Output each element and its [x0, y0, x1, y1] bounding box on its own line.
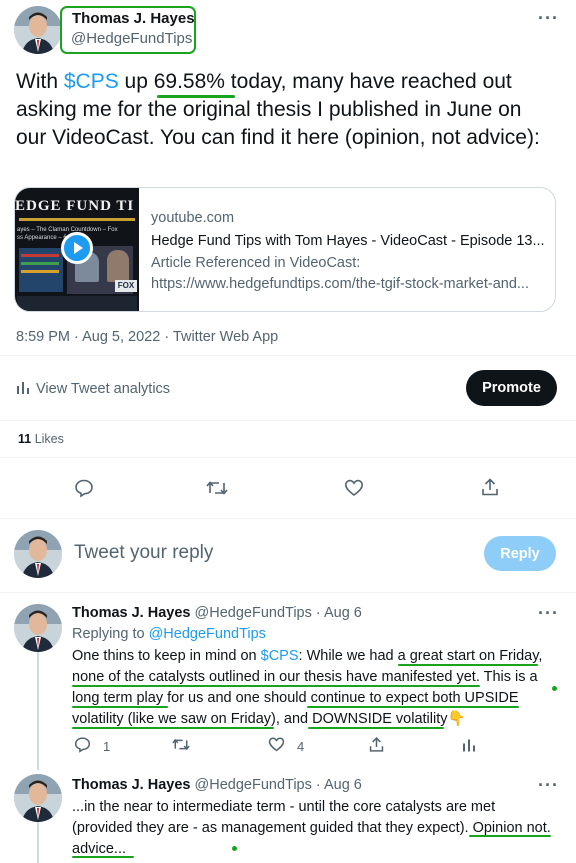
reply-more-icon[interactable]: ···	[538, 603, 559, 624]
reply-text: One thins to keep in mind on $CPS: While…	[72, 646, 562, 730]
cashtag-cps[interactable]: $CPS	[64, 70, 119, 93]
tweet-percent: 69.58%	[153, 70, 225, 93]
heart-icon	[344, 478, 364, 501]
card-description-line1: Article Referenced in VideoCast:	[151, 255, 361, 271]
promote-button[interactable]: Promote	[466, 370, 557, 406]
like-action[interactable]	[344, 478, 364, 501]
card-domain: youtube.com	[151, 210, 235, 226]
retweet-icon	[206, 478, 228, 501]
reply-text: ...in the near to intermediate term - un…	[72, 797, 562, 860]
reply-retweet-action[interactable]	[172, 736, 198, 756]
annotation-dot	[552, 686, 557, 691]
reply2-line1: ...in the near to intermediate term - un…	[72, 799, 496, 815]
author-name[interactable]: Thomas J. Hayes	[72, 10, 195, 27]
reply-date[interactable]: · Aug 6	[316, 605, 362, 621]
reply-icon	[74, 736, 91, 756]
more-options-icon[interactable]: ···	[538, 8, 559, 29]
thread-line	[37, 652, 39, 770]
divider	[0, 420, 576, 421]
tweet-timestamp[interactable]: 8:59 PM · Aug 5, 2022 · Twitter Web App	[16, 329, 278, 345]
author-avatar[interactable]	[14, 6, 62, 54]
reply-date[interactable]: · Aug 6	[316, 777, 362, 793]
point-down-emoji: 👇	[447, 711, 466, 727]
replying-to: Replying to @HedgeFundTips	[72, 626, 266, 642]
reply-line4: volatility (like we saw on Friday), and …	[72, 711, 448, 727]
reply-author-handle[interactable]: @HedgeFundTips	[195, 605, 312, 621]
annotation-underline	[307, 706, 519, 708]
divider	[0, 518, 576, 519]
share-icon	[480, 477, 500, 500]
reply-action[interactable]	[74, 478, 94, 501]
annotation-underline	[72, 685, 480, 687]
annotation-dot	[232, 846, 237, 851]
reply-icon	[74, 478, 94, 501]
view-tweet-analytics-link[interactable]: View Tweet analytics	[16, 380, 170, 398]
card-description-line2: https://www.hedgefundtips.com/the-tgif-s…	[151, 276, 529, 292]
reply-header: Thomas J. Hayes @HedgeFundTips · Aug 6	[72, 605, 362, 621]
divider	[0, 592, 576, 593]
likes-label: Likes	[31, 432, 64, 446]
reply-author-name[interactable]: Thomas J. Hayes	[72, 777, 190, 793]
analytics-label: View Tweet analytics	[36, 381, 171, 397]
thumbnail-banner: EDGE FUND TI	[15, 198, 135, 214]
like-count: 4	[297, 738, 305, 754]
annotation-underline-percent	[157, 95, 235, 98]
heart-icon	[268, 736, 285, 756]
reply-more-icon[interactable]: ···	[538, 775, 559, 796]
reply2-line3: advice...	[72, 841, 126, 857]
tweet-text: With $CPS up 69.58% today, many have rea…	[16, 68, 556, 152]
reply-author-name[interactable]: Thomas J. Hayes	[72, 605, 190, 621]
likes-count: 11	[18, 432, 32, 446]
annotation-underline	[72, 706, 168, 708]
likes-summary[interactable]: 11 Likes	[18, 432, 64, 446]
reply-reply-action[interactable]: 1	[74, 736, 110, 756]
retweet-icon	[172, 736, 190, 756]
analytics-icon	[16, 380, 30, 398]
share-icon	[368, 736, 385, 756]
user-avatar[interactable]	[14, 530, 62, 578]
tweet-text-up: up	[118, 70, 154, 93]
annotation-underline	[308, 727, 444, 729]
replying-prefix: Replying to	[72, 626, 149, 642]
reply-line1-b: : While we had a great start on Friday,	[298, 648, 543, 664]
retweet-action[interactable]	[206, 478, 228, 501]
reply-line1-a: One thins to keep in mind on	[72, 648, 261, 664]
card-title: Hedge Fund Tips with Tom Hayes - VideoCa…	[151, 233, 545, 249]
reply-compose-input[interactable]: Tweet your reply	[74, 542, 213, 564]
play-icon[interactable]	[61, 232, 93, 264]
share-action[interactable]	[480, 477, 500, 500]
annotation-underline	[469, 835, 551, 837]
reply-analytics-action[interactable]	[462, 737, 476, 755]
reply-avatar[interactable]	[14, 774, 62, 822]
author-handle[interactable]: @HedgeFundTips	[71, 30, 192, 47]
thread-line	[37, 822, 39, 863]
reply-button-label: Reply	[500, 545, 540, 562]
reply-like-action[interactable]: 4	[268, 736, 304, 756]
reply-share-action[interactable]	[368, 736, 385, 756]
card-thumbnail: EDGE FUND TI ayes – The Claman Countdown…	[15, 188, 139, 311]
reply-avatar[interactable]	[14, 604, 62, 652]
divider	[0, 355, 576, 356]
reply-button[interactable]: Reply	[484, 536, 556, 571]
reply-count: 1	[103, 738, 111, 754]
analytics-icon	[462, 737, 476, 755]
reply-cashtag[interactable]: $CPS	[261, 648, 299, 664]
annotation-underline	[398, 664, 538, 666]
replying-handle[interactable]: @HedgeFundTips	[149, 626, 266, 642]
tweet-text-intro: With	[16, 70, 64, 93]
reply-author-handle[interactable]: @HedgeFundTips	[195, 777, 312, 793]
link-card[interactable]: EDGE FUND TI ayes – The Claman Countdown…	[14, 187, 556, 312]
promote-label: Promote	[482, 380, 541, 396]
reply-header: Thomas J. Hayes @HedgeFundTips · Aug 6	[72, 777, 362, 793]
divider	[0, 457, 576, 458]
annotation-underline	[72, 727, 274, 729]
annotation-underline	[72, 856, 134, 858]
